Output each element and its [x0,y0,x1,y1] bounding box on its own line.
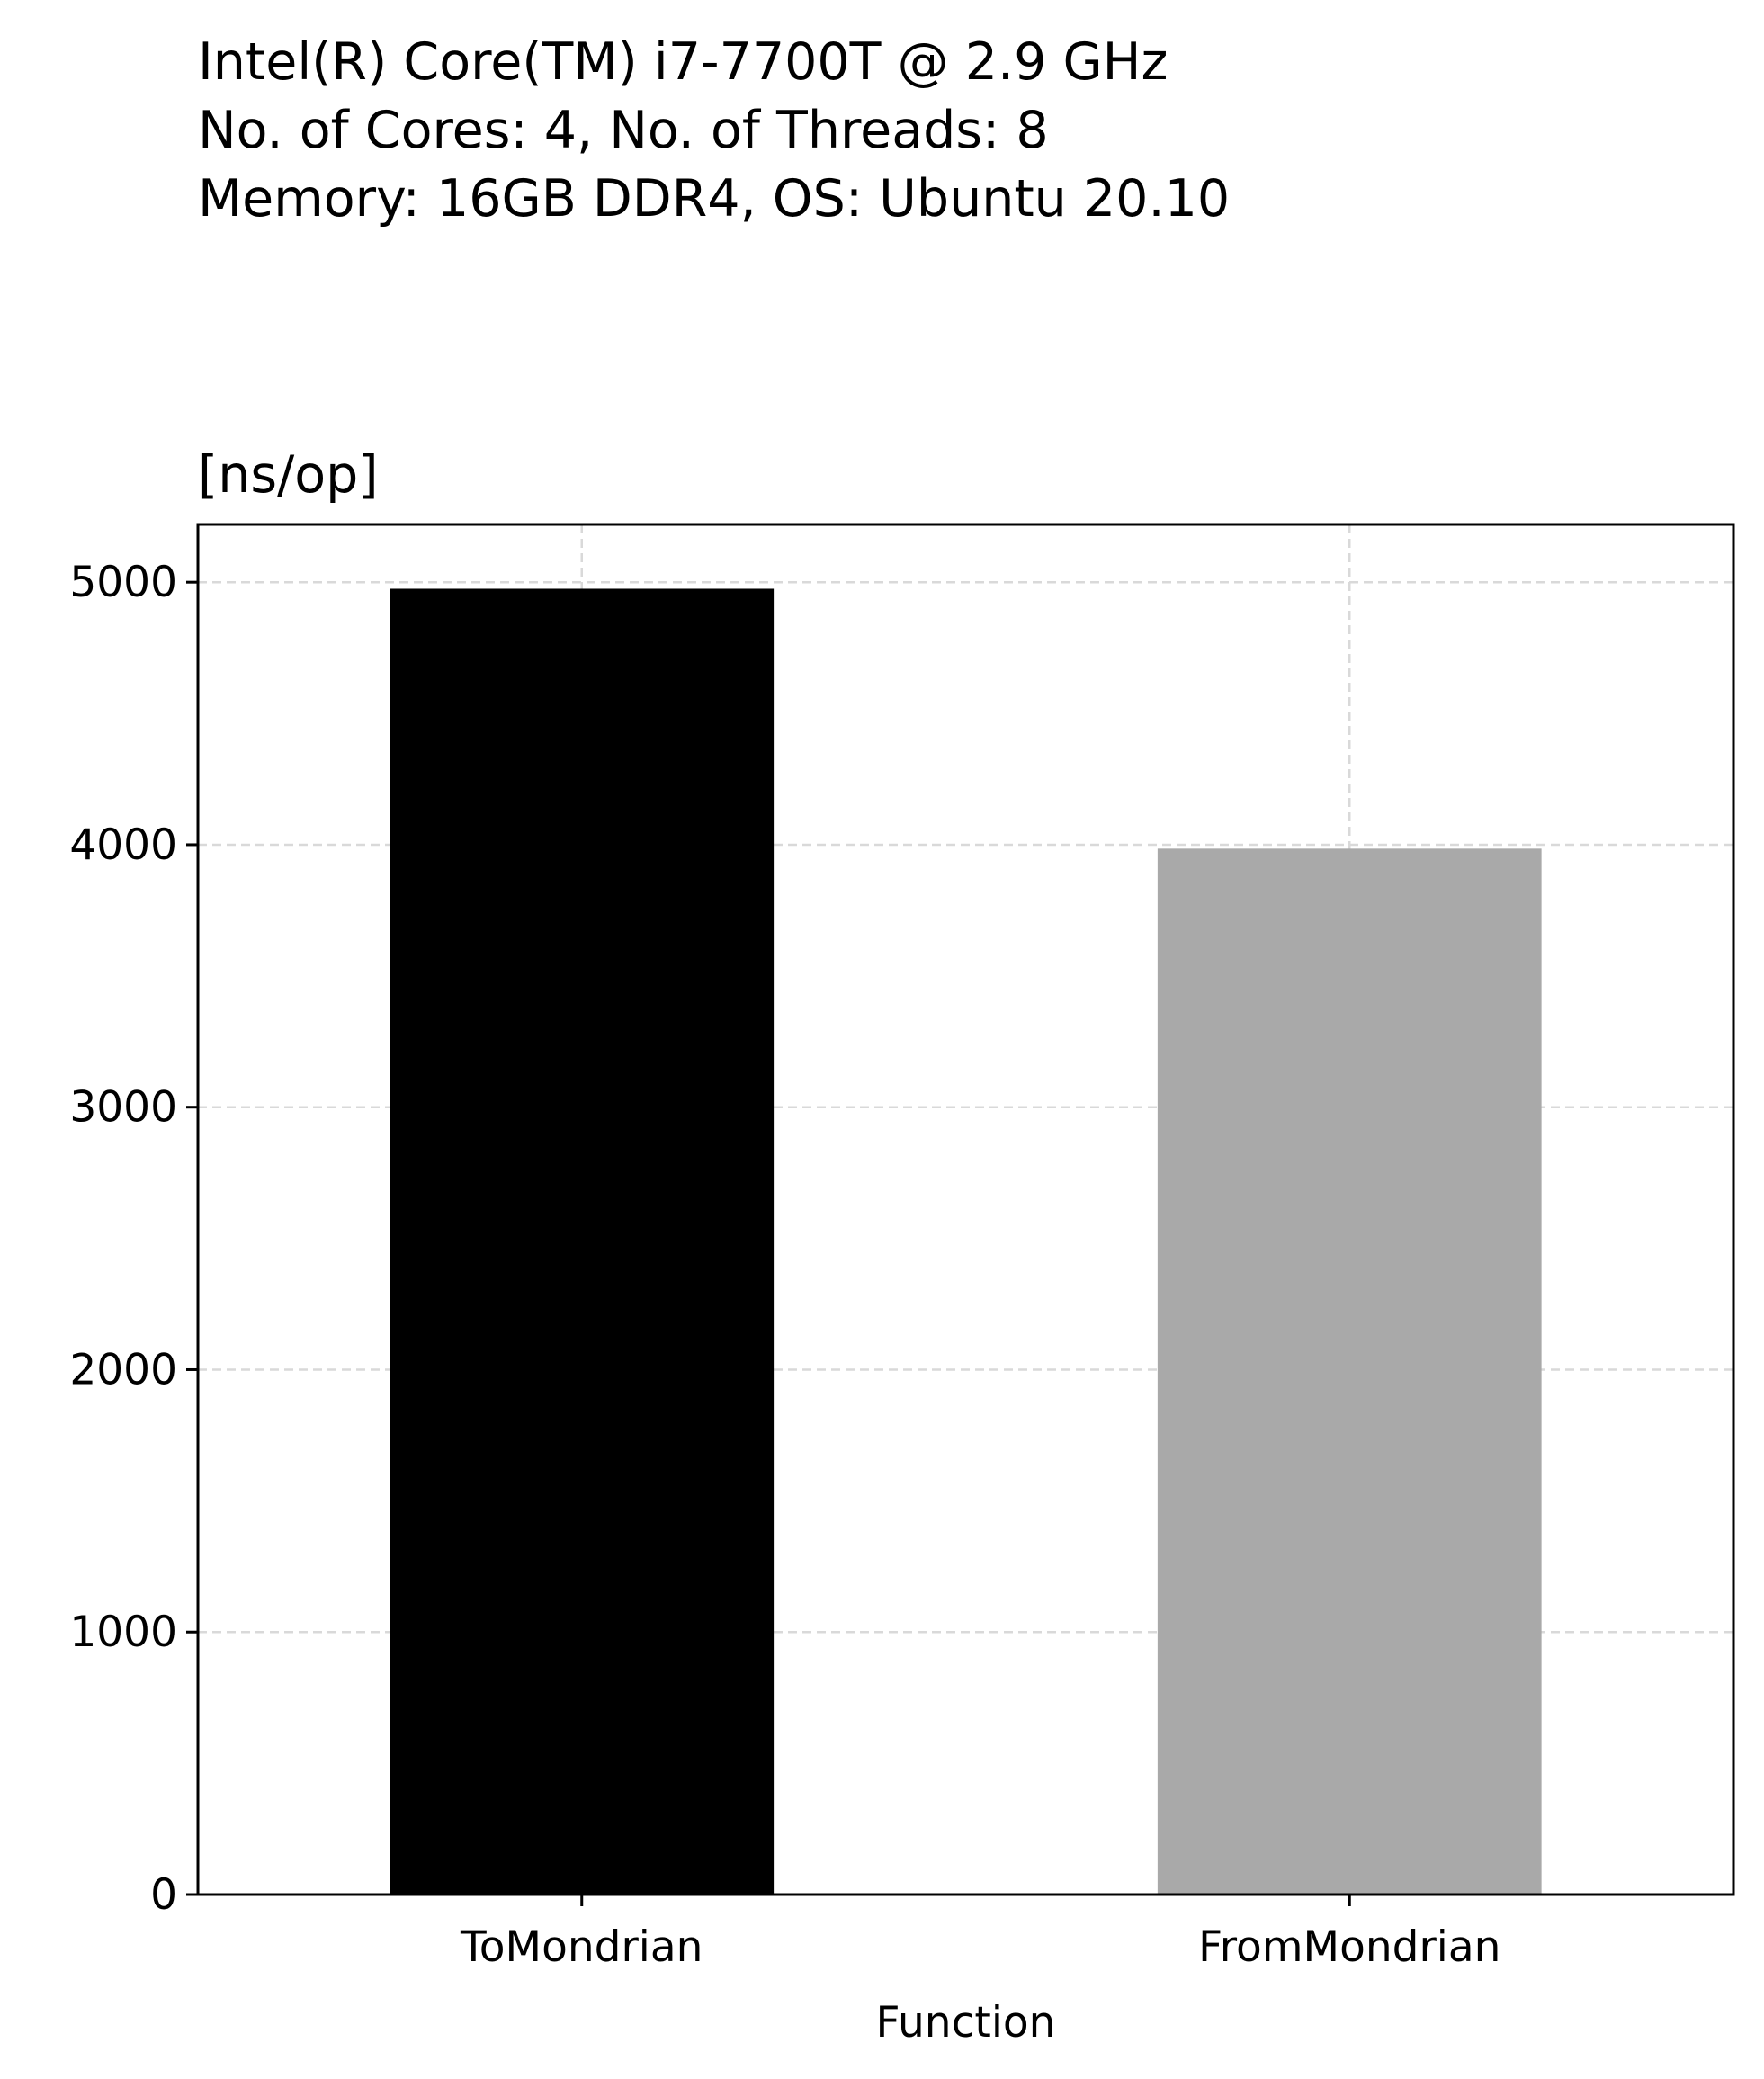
x-tick-label: ToMondrian [460,1922,703,1972]
y-tick-label: 2000 [69,1345,177,1394]
bar-frommondrian [1157,848,1542,1895]
y-tick-label: 3000 [69,1083,177,1133]
x-tick-label: FromMondrian [1198,1922,1500,1972]
title-line-1: Intel(R) Core(TM) i7-7700T @ 2.9 GHz [198,32,1168,92]
title-line-3: Memory: 16GB DDR4, OS: Ubuntu 20.10 [198,169,1230,229]
chart-title: Intel(R) Core(TM) i7-7700T @ 2.9 GHz No.… [198,32,1230,229]
x-axis-label: Function [876,1998,1056,2048]
y-tick-label: 1000 [69,1608,177,1657]
y-tick-label: 0 [150,1870,177,1920]
y-tick-label: 4000 [69,820,177,870]
bar-tomondrian [390,588,775,1895]
y-tick-label: 5000 [69,558,177,607]
bar-chart: Intel(R) Core(TM) i7-7700T @ 2.9 GHz No.… [69,32,1735,2048]
y-axis-unit-label: [ns/op] [198,445,379,505]
title-line-2: No. of Cores: 4, No. of Threads: 8 [198,101,1049,160]
bars [390,588,1542,1895]
